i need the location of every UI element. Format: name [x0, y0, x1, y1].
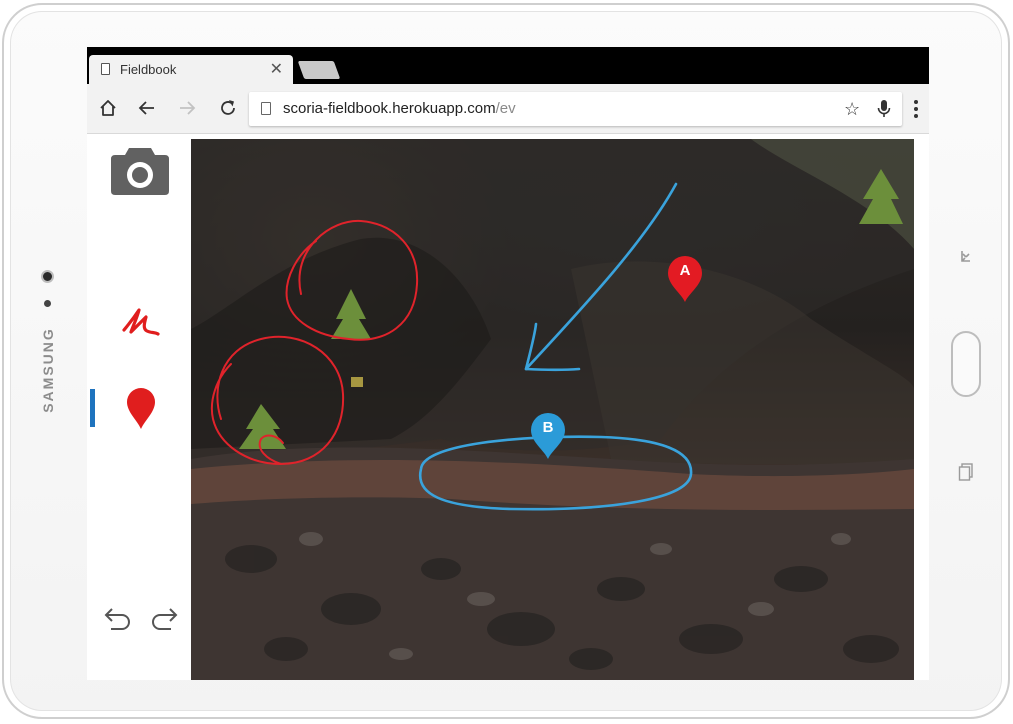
- scribble-icon[interactable]: [121, 306, 161, 342]
- url-path: /ev: [495, 100, 516, 117]
- arrow-left-icon[interactable]: [134, 95, 160, 121]
- browser-screen: Fieldbook ✕ scoria-fieldbook.herokuapp.c…: [87, 47, 929, 680]
- light-sensor: [44, 300, 51, 307]
- browser-toolbar: scoria-fieldbook.herokuapp.com/ev ☆: [87, 84, 929, 134]
- arrow-right-icon[interactable]: [174, 95, 200, 121]
- active-tool-indicator: [90, 389, 95, 427]
- home-icon[interactable]: [95, 95, 121, 121]
- microphone-icon[interactable]: [877, 99, 891, 119]
- address-bar[interactable]: scoria-fieldbook.herokuapp.com/ev ☆: [249, 92, 902, 126]
- brand-logo: SAMSUNG: [34, 327, 62, 413]
- photo-scene: [191, 139, 914, 680]
- brand-text: SAMSUNG: [40, 327, 56, 413]
- page-info-icon[interactable]: [261, 102, 271, 115]
- star-icon[interactable]: ☆: [844, 99, 860, 120]
- url-text: scoria-fieldbook.herokuapp.com/ev: [283, 100, 516, 117]
- new-tab-button[interactable]: [297, 61, 341, 79]
- hardware-home-button[interactable]: [951, 331, 981, 397]
- pin-a-label: A: [679, 262, 691, 279]
- tool-sidebar: [87, 134, 191, 680]
- reload-icon[interactable]: [215, 95, 241, 121]
- undo-icon[interactable]: [103, 606, 133, 632]
- url-host: scoria-fieldbook.herokuapp.com: [283, 100, 496, 117]
- map-pin-icon[interactable]: [125, 386, 157, 430]
- redo-icon[interactable]: [149, 606, 179, 632]
- front-camera: [41, 270, 54, 283]
- more-vert-icon[interactable]: [913, 98, 919, 120]
- tab-strip: Fieldbook ✕: [87, 47, 929, 84]
- hardware-back-icon[interactable]: [956, 247, 976, 267]
- page-icon: [101, 63, 110, 75]
- browser-tab[interactable]: Fieldbook ✕: [89, 55, 293, 84]
- pin-b-label: B: [542, 419, 554, 436]
- close-icon[interactable]: ✕: [270, 59, 283, 79]
- camera-icon[interactable]: [107, 145, 173, 197]
- tab-title: Fieldbook: [120, 62, 177, 77]
- hardware-recents-icon[interactable]: [958, 462, 974, 482]
- field-photo-canvas[interactable]: A B: [191, 139, 914, 680]
